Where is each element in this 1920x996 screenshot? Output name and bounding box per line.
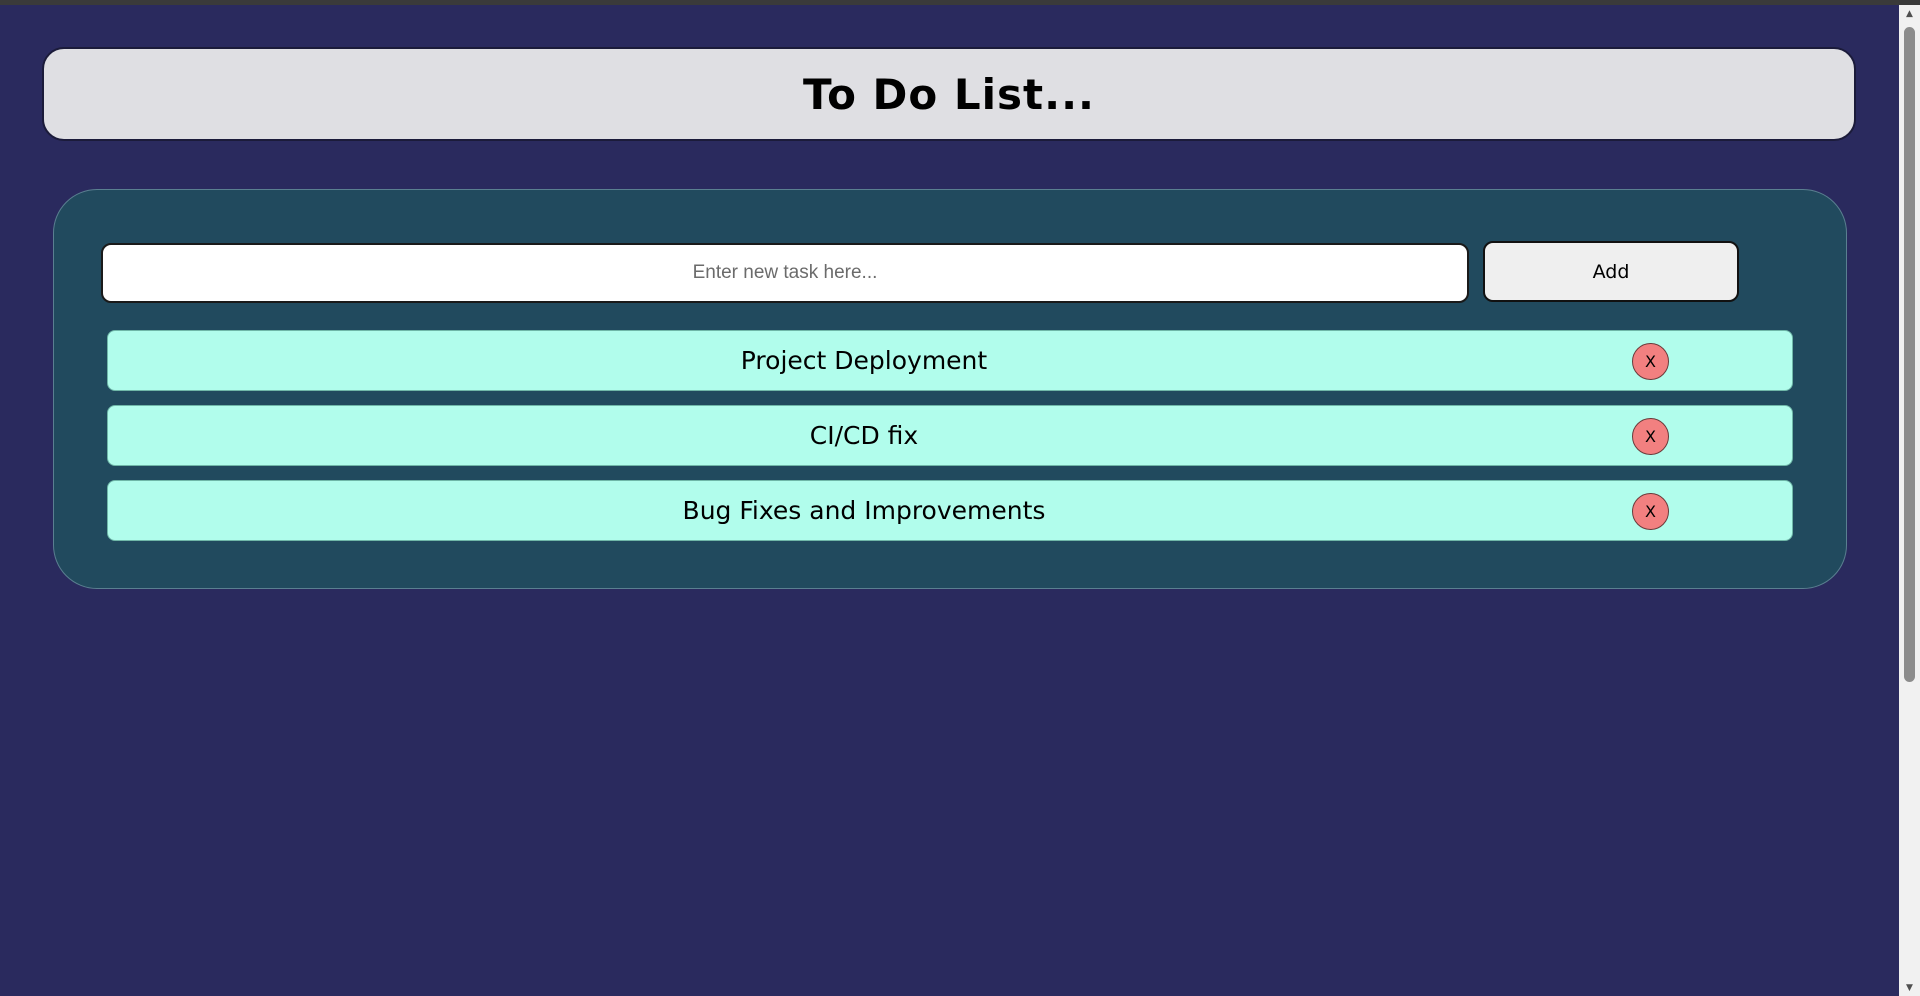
task-label: Project Deployment <box>740 346 988 375</box>
delete-task-button[interactable]: X <box>1632 343 1669 380</box>
new-task-input[interactable] <box>101 243 1469 303</box>
scrollbar-thumb[interactable] <box>1904 27 1915 682</box>
scroll-down-arrow-icon[interactable]: ▼ <box>1899 979 1920 996</box>
task-label: CI/CD fix <box>809 421 919 450</box>
vertical-scrollbar[interactable]: ▲ ▼ <box>1899 5 1920 996</box>
task-list: Project Deployment X CI/CD fix X Bug Fix… <box>107 330 1793 555</box>
delete-task-button[interactable]: X <box>1632 418 1669 455</box>
task-item: Project Deployment X <box>107 330 1793 391</box>
page: To Do List... Add Project Deployment X C… <box>0 5 1899 996</box>
app-header: To Do List... <box>42 47 1856 141</box>
todo-panel: Add Project Deployment X CI/CD fix X Bug… <box>53 189 1847 589</box>
page-title: To Do List... <box>803 69 1095 119</box>
task-label: Bug Fixes and Improvements <box>682 496 1046 525</box>
task-item: Bug Fixes and Improvements X <box>107 480 1793 541</box>
scroll-up-arrow-icon[interactable]: ▲ <box>1899 5 1920 22</box>
delete-task-button[interactable]: X <box>1632 493 1669 530</box>
task-item: CI/CD fix X <box>107 405 1793 466</box>
add-task-button[interactable]: Add <box>1483 241 1739 302</box>
